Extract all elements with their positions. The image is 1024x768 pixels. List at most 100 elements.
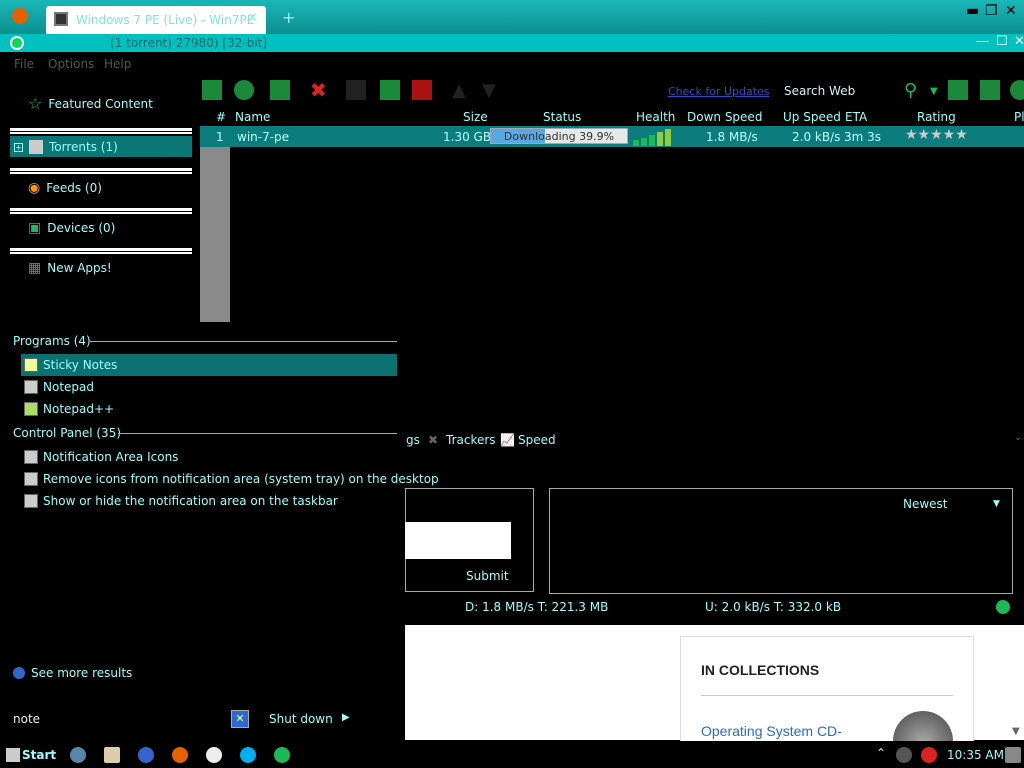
tab-ratings[interactable]: gs — [406, 433, 420, 447]
column-header-eta[interactable]: ETA — [845, 110, 867, 124]
sidebar-item-apps[interactable]: ▦ New Apps! — [28, 260, 112, 276]
explorer-icon[interactable] — [104, 747, 120, 763]
rating-stars[interactable]: ★★★★★ — [905, 127, 968, 143]
ie-icon[interactable] — [138, 747, 154, 763]
progress-text: Downloading 39.9% — [503, 130, 615, 143]
windows-logo-icon[interactable] — [6, 748, 20, 762]
sidebar-item-feeds[interactable]: ◉ Feeds (0) — [28, 180, 102, 196]
show-hidden-icons-icon[interactable]: ⌃ — [876, 746, 886, 760]
row-number: 1 — [216, 130, 224, 144]
control-item-remove-icons[interactable]: Remove icons from notification area (sys… — [24, 472, 439, 486]
column-header-name[interactable]: Name — [235, 110, 270, 124]
close-tab-icon[interactable]: ✕ — [247, 11, 258, 26]
rss-icon: ◉ — [28, 180, 41, 196]
clock[interactable]: 10:35 AM — [947, 748, 1004, 762]
apps-icon: ▦ — [28, 260, 42, 276]
add-torrent-icon[interactable] — [202, 80, 222, 100]
new-tab-button[interactable]: + — [282, 8, 295, 27]
app-title: (1 torrent) 27980) [32-bit] — [110, 36, 268, 50]
column-header-down-speed[interactable]: Down Speed — [687, 110, 762, 124]
submit-button[interactable]: Submit — [466, 569, 509, 583]
start-icon[interactable] — [346, 80, 366, 100]
menu-help[interactable]: Help — [104, 57, 131, 71]
volume-muted-icon[interactable] — [921, 747, 937, 763]
control-item-notification-icons[interactable]: Notification Area Icons — [24, 450, 178, 464]
shutdown-options-arrow-icon[interactable]: ▶ — [342, 712, 350, 723]
program-notepad-plus[interactable]: Notepad++ — [24, 402, 114, 416]
notepad-icon — [24, 380, 38, 394]
column-header-status[interactable]: Status — [543, 110, 581, 124]
sidebar-item-label: New Apps! — [47, 261, 112, 275]
network-tray-icon[interactable] — [896, 747, 912, 763]
close-app-button[interactable]: ✕ — [1014, 34, 1024, 49]
close-browser-button[interactable]: ✕ — [1005, 3, 1017, 19]
network-icon[interactable] — [70, 747, 86, 763]
tab-speed[interactable]: Speed — [518, 433, 556, 447]
column-header-rating[interactable]: Rating — [917, 110, 956, 124]
column-header-num[interactable]: # — [216, 110, 226, 124]
add-url-icon[interactable] — [234, 80, 254, 100]
program-label: Notepad — [43, 380, 94, 394]
sidebar-item-featured[interactable]: ☆ Featured Content — [28, 94, 153, 113]
gear-icon[interactable] — [1010, 80, 1024, 100]
create-torrent-icon[interactable] — [270, 80, 290, 100]
remove-icon[interactable]: ✖ — [310, 80, 330, 100]
status-download: D: 1.8 MB/s T: 221.3 MB — [465, 600, 609, 614]
menu-file[interactable]: File — [14, 57, 34, 71]
device-icon: ▣ — [28, 220, 42, 236]
list-view-icon[interactable] — [948, 80, 968, 100]
shutdown-button[interactable]: Shut down — [269, 712, 333, 726]
tab-trackers[interactable]: Trackers — [446, 433, 496, 447]
minimize-app-button[interactable]: — — [976, 34, 989, 49]
maximize-app-button[interactable]: ☐ — [996, 34, 1008, 49]
move-up-icon[interactable]: ▲ — [452, 80, 472, 101]
column-header-up-speed[interactable]: Up Speed — [783, 110, 841, 124]
scroll-down-icon[interactable]: ▼ — [1012, 726, 1020, 737]
column-header-pl[interactable]: Pl — [1014, 110, 1024, 124]
program-sticky-notes[interactable]: Sticky Notes — [21, 354, 397, 376]
move-down-icon[interactable]: ▼ — [482, 80, 502, 101]
comment-input[interactable] — [405, 522, 511, 559]
collections-card: IN COLLECTIONS Operating System CD- — [680, 636, 974, 751]
sort-select[interactable]: Newest — [903, 497, 948, 511]
collection-link[interactable]: Operating System CD- — [701, 723, 842, 739]
browser-tab[interactable]: Windows 7 PE (Live) - Win7PE ✕ — [46, 6, 266, 34]
restore-browser-button[interactable]: ❐ — [985, 3, 998, 19]
toolbar-link[interactable]: Check for Updates — [668, 85, 770, 98]
minimize-browser-button[interactable]: ▬ — [966, 3, 979, 19]
chat-icon[interactable] — [206, 747, 222, 763]
utorrent-taskbar-icon[interactable] — [274, 747, 290, 763]
sidebar-item-label: Featured Content — [48, 96, 153, 111]
browser-tab-strip: Windows 7 PE (Live) - Win7PE ✕ + ▬ ❐ ✕ — [0, 0, 1024, 34]
skype-icon[interactable] — [240, 747, 256, 763]
browser-tab-title: Windows 7 PE (Live) - Win7PE — [76, 13, 255, 27]
stop-icon[interactable] — [412, 80, 432, 100]
control-label: Notification Area Icons — [43, 450, 179, 464]
see-more-results-link[interactable]: See more results — [13, 666, 132, 680]
show-desktop-icon[interactable] — [1005, 747, 1021, 763]
eta: 3m 3s — [844, 130, 882, 144]
notepad-plus-icon — [24, 402, 38, 416]
start-search-input[interactable]: note — [13, 712, 40, 726]
sticky-notes-icon — [24, 358, 38, 372]
search-icon[interactable]: ⚲ — [904, 80, 924, 101]
sidebar-item-label: Torrents (1) — [49, 140, 118, 154]
chevron-down-icon[interactable]: ▼ — [993, 499, 1000, 509]
pause-icon[interactable] — [380, 80, 400, 100]
program-notepad[interactable]: Notepad — [24, 380, 94, 394]
menu-options[interactable]: Options — [48, 57, 94, 71]
control-item-show-hide[interactable]: Show or hide the notification area on th… — [24, 494, 338, 508]
health-bars-icon — [633, 129, 671, 146]
chevron-down-icon[interactable]: ▼ — [930, 86, 950, 106]
sidebar-item-devices[interactable]: ▣ Devices (0) — [28, 220, 115, 236]
column-header-size[interactable]: Size — [463, 110, 488, 124]
clear-search-icon[interactable]: ✕ — [231, 710, 249, 728]
column-header-health[interactable]: Health — [636, 110, 675, 124]
start-button[interactable]: Start — [22, 748, 56, 762]
expand-icon[interactable]: + — [14, 142, 23, 152]
remote-icon[interactable] — [980, 80, 1000, 100]
search-web-field[interactable]: Search Web — [784, 84, 855, 98]
sidebar-item-torrents-content[interactable]: + Torrents (1) — [14, 140, 118, 154]
collapse-pane-icon[interactable]: ⌄ — [1014, 432, 1022, 443]
firefox-icon[interactable] — [172, 747, 188, 763]
